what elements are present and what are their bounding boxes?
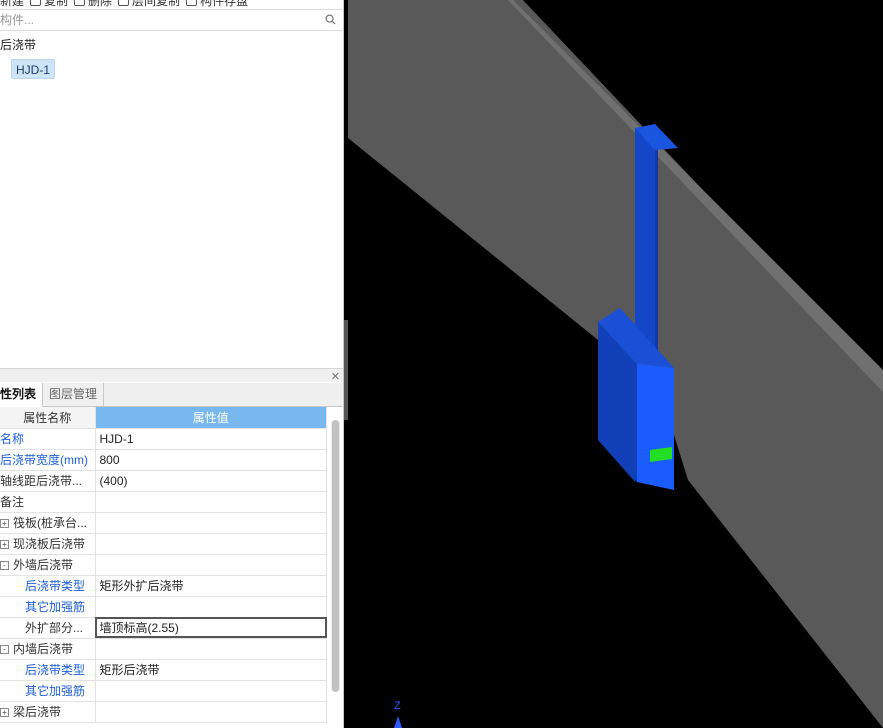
- property-name: 后浇带类型: [0, 659, 96, 681]
- header-property-name[interactable]: 属性名称: [0, 407, 96, 429]
- property-value: [95, 533, 327, 555]
- collapse-icon[interactable]: -: [0, 561, 9, 571]
- property-group: + 现浇板后浇带: [0, 533, 96, 555]
- table-row[interactable]: + 梁后浇带: [0, 701, 327, 723]
- table-row[interactable]: 后浇带宽度(mm) 800: [0, 449, 327, 471]
- panel-splitter[interactable]: ✕: [0, 368, 343, 383]
- table-row[interactable]: 名称 HJD-1: [0, 428, 327, 450]
- property-group: - 外墙后浇带: [0, 554, 96, 576]
- post-band-block-front: [637, 364, 674, 490]
- property-name: 外扩部分...: [0, 617, 96, 639]
- property-name: 后浇带宽度(mm): [0, 449, 96, 471]
- new-button[interactable]: 新建: [0, 0, 24, 8]
- property-group-label: 内墙后浇带: [13, 642, 74, 656]
- tree-item-hjd-1[interactable]: HJD-1: [11, 59, 56, 79]
- property-name: 轴线距后浇带...: [0, 470, 96, 492]
- property-group-label: 梁后浇带: [13, 705, 62, 719]
- property-name: 后浇带类型: [0, 575, 96, 597]
- property-value[interactable]: [95, 680, 327, 702]
- property-value[interactable]: 矩形后浇带: [95, 659, 327, 681]
- property-name: 名称: [0, 428, 96, 450]
- table-row[interactable]: 其它加强筋: [0, 680, 327, 702]
- expand-icon[interactable]: +: [0, 519, 9, 529]
- store-icon: [186, 0, 198, 6]
- delete-icon: [74, 0, 86, 6]
- scrollbar-thumb[interactable]: [332, 420, 339, 692]
- 3d-scene: [348, 0, 883, 728]
- post-band-riser-front: [655, 148, 658, 365]
- table-row[interactable]: 后浇带类型 矩形外扩后浇带: [0, 575, 327, 597]
- delete-label: 删除: [88, 0, 113, 8]
- expand-icon[interactable]: +: [0, 540, 9, 550]
- property-table-header: 属性名称 属性值: [0, 407, 327, 429]
- property-group: - 内墙后浇带: [0, 638, 96, 660]
- property-scrollbar[interactable]: [331, 420, 340, 692]
- property-name: 其它加强筋: [0, 680, 96, 702]
- tree-group-post-band[interactable]: 后浇带: [0, 36, 343, 54]
- component-panel: 新建 复制 删除 层间复制 构件存盘 后浇带 HJD-1 ✕ 性列表 图层管理 …: [0, 0, 344, 728]
- expand-icon[interactable]: +: [0, 708, 9, 718]
- property-value[interactable]: (400): [95, 470, 327, 492]
- layer-copy-label: 层间复制: [132, 0, 181, 8]
- copy-button[interactable]: 复制: [30, 0, 68, 8]
- tab-layer-management[interactable]: 图层管理: [43, 383, 105, 407]
- property-name: 备注: [0, 491, 96, 513]
- property-value[interactable]: [95, 596, 327, 618]
- copy-icon: [30, 0, 42, 6]
- property-name: 其它加强筋: [0, 596, 96, 618]
- layer-copy-button[interactable]: 层间复制: [118, 0, 180, 8]
- property-tabs: 性列表 图层管理: [0, 383, 343, 407]
- axis-z-label: Z: [394, 700, 401, 712]
- tab-property-list[interactable]: 性列表: [0, 383, 44, 407]
- close-icon[interactable]: ✕: [331, 370, 340, 383]
- property-table: 属性名称 属性值 名称 HJD-1 后浇带宽度(mm) 800 轴线距后浇带..…: [0, 407, 327, 723]
- table-row[interactable]: + 现浇板后浇带: [0, 533, 327, 555]
- table-row[interactable]: 其它加强筋: [0, 596, 327, 618]
- property-group-label: 筏板(桩承台...: [13, 516, 87, 530]
- collapse-icon[interactable]: -: [0, 645, 9, 655]
- component-tree: 后浇带 HJD-1: [0, 36, 343, 79]
- component-toolbar: 新建 复制 删除 层间复制 构件存盘: [0, 0, 343, 8]
- search-input[interactable]: [0, 10, 320, 30]
- header-property-value[interactable]: 属性值: [95, 407, 327, 429]
- property-group-label: 外墙后浇带: [13, 558, 74, 572]
- table-row[interactable]: 备注: [0, 491, 327, 513]
- store-label: 构件存盘: [200, 0, 249, 8]
- property-value[interactable]: 800: [95, 449, 327, 471]
- table-row[interactable]: - 内墙后浇带: [0, 638, 327, 660]
- table-row[interactable]: 轴线距后浇带... (400): [0, 470, 327, 492]
- layer-copy-icon: [118, 0, 130, 6]
- property-value[interactable]: [95, 491, 327, 513]
- delete-button[interactable]: 删除: [74, 0, 112, 8]
- property-value[interactable]: 矩形外扩后浇带: [95, 575, 327, 597]
- property-group-label: 现浇板后浇带: [13, 537, 86, 551]
- table-row[interactable]: + 筏板(桩承台...: [0, 512, 327, 534]
- property-value[interactable]: HJD-1: [95, 428, 327, 450]
- property-group: + 梁后浇带: [0, 701, 96, 723]
- copy-label: 复制: [44, 0, 69, 8]
- property-value-selected[interactable]: 墙顶标高(2.55): [95, 617, 327, 639]
- property-value: [95, 554, 327, 576]
- store-button[interactable]: 构件存盘: [186, 0, 248, 8]
- table-row[interactable]: 后浇带类型 矩形后浇带: [0, 659, 327, 681]
- table-row[interactable]: 外扩部分... 墙顶标高(2.55): [0, 617, 327, 639]
- search-bar: [0, 9, 343, 31]
- search-icon[interactable]: [325, 14, 336, 25]
- property-group: + 筏板(桩承台...: [0, 512, 96, 534]
- table-row[interactable]: - 外墙后浇带: [0, 554, 327, 576]
- property-value: [95, 512, 327, 534]
- property-value: [95, 701, 327, 723]
- property-value: [95, 638, 327, 660]
- post-band-riser: [635, 128, 655, 362]
- 3d-viewport[interactable]: Z: [348, 0, 883, 728]
- new-label: 新建: [0, 0, 25, 8]
